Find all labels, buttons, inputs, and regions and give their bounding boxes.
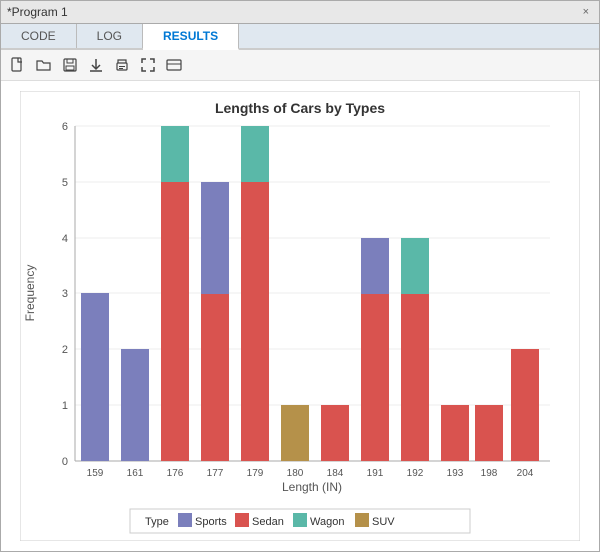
- svg-text:204: 204: [517, 468, 534, 479]
- svg-text:193: 193: [447, 468, 464, 479]
- svg-text:1: 1: [62, 400, 68, 412]
- svg-text:191: 191: [367, 468, 384, 479]
- bar-159-sports: [81, 293, 109, 461]
- bar-184-sedan: [321, 405, 349, 461]
- chart-area: Lengths of Cars by Types: [1, 81, 599, 551]
- bar-180-suv: [281, 405, 309, 461]
- svg-text:192: 192: [407, 468, 424, 479]
- bar-179-wagon: [241, 126, 269, 182]
- bar-191-sports: [361, 238, 389, 294]
- svg-text:176: 176: [167, 468, 184, 479]
- chart-svg: Lengths of Cars by Types: [20, 91, 580, 541]
- tab-code[interactable]: CODE: [1, 24, 77, 49]
- download-button[interactable]: [85, 54, 107, 76]
- tab-results[interactable]: RESULTS: [143, 24, 239, 51]
- legend-sports-swatch: [178, 513, 192, 527]
- svg-text:184: 184: [327, 468, 344, 479]
- bar-204-sedan: [511, 349, 539, 461]
- tab-bar: CODE LOG RESULTS: [1, 24, 599, 51]
- svg-text:6: 6: [62, 121, 68, 133]
- bar-191-sedan: [361, 293, 389, 461]
- svg-text:5: 5: [62, 177, 68, 189]
- x-axis-label: Length (IN): [282, 480, 342, 494]
- legend-sedan-swatch: [235, 513, 249, 527]
- legend-suv-label: SUV: [372, 516, 395, 528]
- legend-type-label: Type: [145, 516, 169, 528]
- svg-text:177: 177: [207, 468, 224, 479]
- bar-177-sports: [201, 182, 229, 294]
- new-button[interactable]: [7, 54, 29, 76]
- legend-wagon-label: Wagon: [310, 516, 344, 528]
- expand-button[interactable]: [137, 54, 159, 76]
- svg-text:180: 180: [287, 468, 304, 479]
- legend-wagon-swatch: [293, 513, 307, 527]
- tab-log[interactable]: LOG: [77, 24, 143, 49]
- svg-text:0: 0: [62, 456, 68, 468]
- window-title: *Program 1: [7, 5, 579, 19]
- svg-text:3: 3: [62, 288, 68, 300]
- bar-198-sedan: [475, 405, 503, 461]
- svg-text:Frequency: Frequency: [23, 265, 37, 322]
- bar-193-sedan: [441, 405, 469, 461]
- bar-177-sedan: [201, 293, 229, 461]
- legend-sedan-label: Sedan: [252, 516, 284, 528]
- chart-title: Lengths of Cars by Types: [215, 100, 385, 116]
- bar-161-sports: [121, 349, 149, 461]
- toolbar: [1, 50, 599, 81]
- save-button[interactable]: [59, 54, 81, 76]
- svg-text:4: 4: [62, 233, 68, 245]
- svg-text:2: 2: [62, 344, 68, 356]
- svg-text:161: 161: [127, 468, 144, 479]
- title-bar: *Program 1 ×: [1, 1, 599, 24]
- legend-suv-swatch: [355, 513, 369, 527]
- main-window: *Program 1 × CODE LOG RESULTS: [0, 0, 600, 552]
- chart-container: Lengths of Cars by Types: [20, 91, 580, 541]
- bar-176-wagon: [161, 126, 189, 182]
- print-button[interactable]: [111, 54, 133, 76]
- bar-192-wagon: [401, 238, 429, 294]
- fullscreen-button[interactable]: [163, 54, 185, 76]
- open-button[interactable]: [33, 54, 55, 76]
- bar-192-sedan: [401, 293, 429, 461]
- bar-179-sedan: [241, 182, 269, 461]
- svg-text:159: 159: [87, 468, 104, 479]
- bar-176-sedan: [161, 182, 189, 461]
- close-button[interactable]: ×: [579, 6, 593, 18]
- svg-text:179: 179: [247, 468, 264, 479]
- legend-sports-label: Sports: [195, 516, 227, 528]
- svg-text:198: 198: [481, 468, 498, 479]
